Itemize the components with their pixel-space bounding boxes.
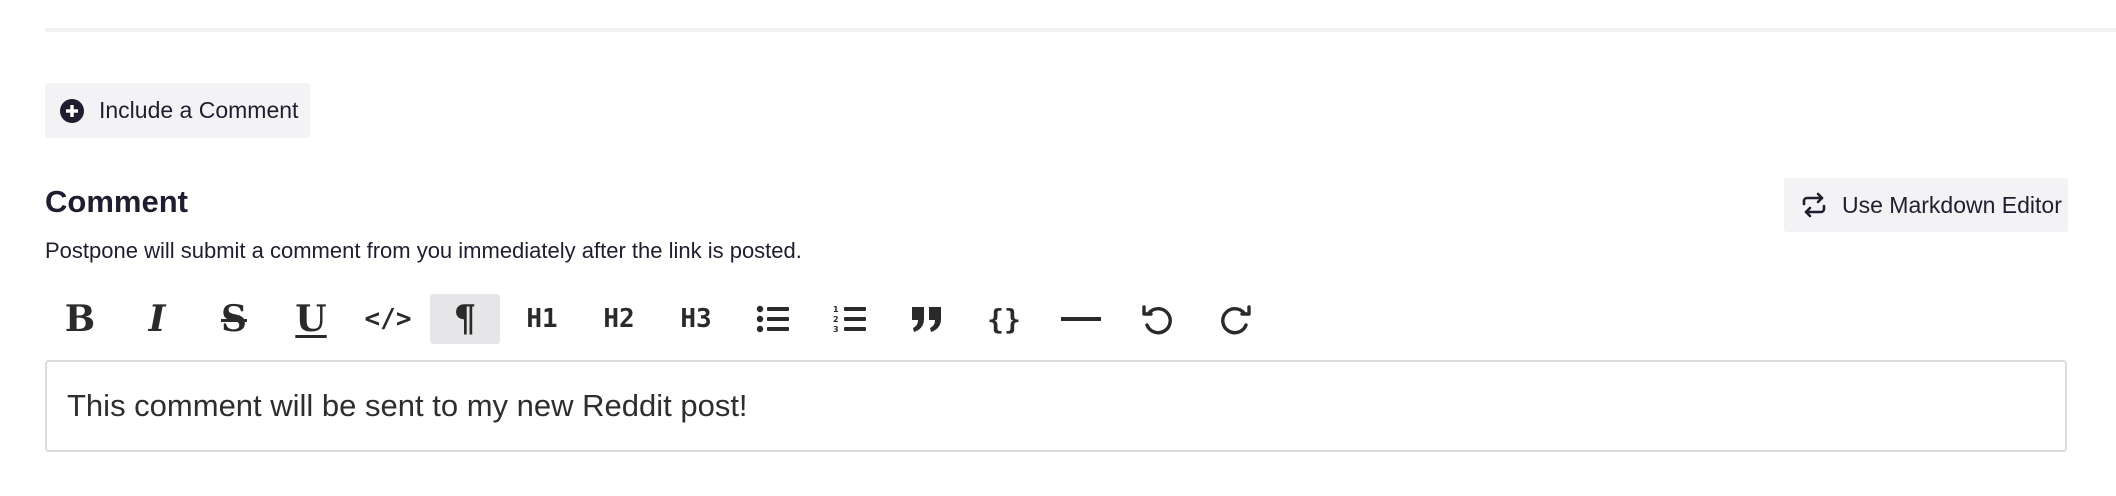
paragraph-icon: ¶	[453, 298, 477, 340]
comment-editor[interactable]: This comment will be sent to my new Redd…	[45, 360, 2067, 452]
underline-icon: U	[295, 298, 327, 340]
ordered-list-button[interactable]: 1 2 3	[815, 294, 885, 344]
heading-2-icon: H2	[603, 304, 635, 334]
svg-text:2: 2	[833, 315, 839, 324]
plus-circle-icon	[59, 98, 85, 124]
redo-icon	[1218, 303, 1252, 335]
heading-3-button[interactable]: H3	[661, 294, 731, 344]
use-markdown-editor-button[interactable]: Use Markdown Editor	[1784, 178, 2068, 232]
heading-2-button[interactable]: H2	[584, 294, 654, 344]
italic-button[interactable]: I	[122, 294, 192, 344]
code-block-button[interactable]: {}	[969, 294, 1039, 344]
swap-icon	[1800, 192, 1828, 218]
underline-button[interactable]: U	[276, 294, 346, 344]
ordered-list-icon: 1 2 3	[833, 304, 867, 334]
bold-button[interactable]: B	[45, 294, 115, 344]
comment-description: Postpone will submit a comment from you …	[45, 238, 802, 263]
include-comment-label: Include a Comment	[99, 97, 299, 123]
comment-editor-content[interactable]: This comment will be sent to my new Redd…	[67, 388, 748, 424]
undo-button[interactable]	[1123, 294, 1193, 344]
section-divider	[45, 28, 2116, 32]
comment-title: Comment	[45, 184, 188, 219]
bullet-list-icon	[756, 305, 790, 333]
horizontal-rule-icon	[1061, 316, 1101, 322]
paragraph-button[interactable]: ¶	[430, 294, 500, 344]
bullet-list-button[interactable]	[738, 294, 808, 344]
bold-icon: B	[64, 298, 96, 340]
svg-text:1: 1	[833, 305, 839, 314]
strikethrough-button[interactable]: S	[199, 294, 269, 344]
heading-1-button[interactable]: H1	[507, 294, 577, 344]
redo-button[interactable]	[1200, 294, 1270, 344]
code-button[interactable]: </>	[353, 294, 423, 344]
heading-1-icon: H1	[526, 304, 558, 334]
undo-icon	[1141, 303, 1175, 335]
braces-icon: {}	[987, 302, 1021, 336]
italic-icon: I	[148, 298, 166, 340]
strikethrough-icon: S	[221, 298, 247, 340]
blockquote-button[interactable]	[892, 294, 962, 344]
svg-text:3: 3	[833, 325, 839, 334]
horizontal-rule-button[interactable]	[1046, 294, 1116, 344]
code-icon: </>	[364, 304, 412, 334]
quote-icon	[911, 305, 943, 333]
use-markdown-editor-label: Use Markdown Editor	[1842, 191, 2062, 218]
include-comment-button[interactable]: Include a Comment	[45, 83, 310, 138]
heading-3-icon: H3	[680, 304, 712, 334]
